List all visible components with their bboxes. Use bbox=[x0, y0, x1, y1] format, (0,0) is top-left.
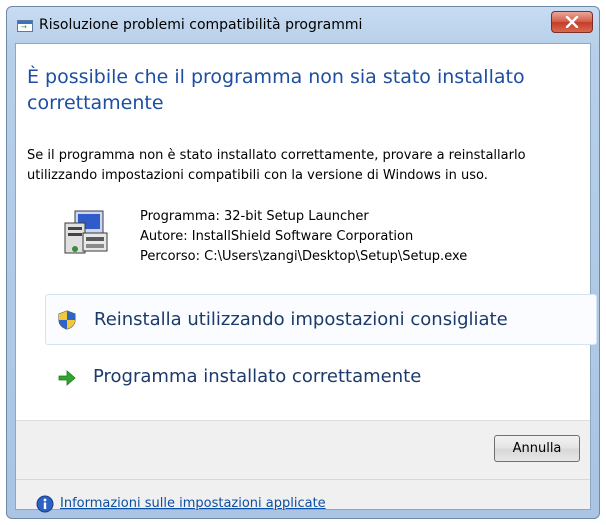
close-button[interactable] bbox=[551, 11, 593, 33]
window-title: Risoluzione problemi compatibilità progr… bbox=[39, 17, 363, 33]
reinstall-option[interactable]: Reinstalla utilizzando impostazioni cons… bbox=[45, 294, 597, 345]
settings-info-link[interactable]: Informazioni sulle impostazioni applicat… bbox=[60, 496, 326, 511]
cancel-button[interactable]: Annulla bbox=[494, 435, 580, 462]
program-info: Programma: 32-bit Setup Launcher Autore:… bbox=[140, 207, 467, 267]
program-author: Autore: InstallShield Software Corporati… bbox=[140, 229, 414, 244]
installed-correctly-option-label: Programma installato correttamente bbox=[93, 366, 422, 387]
page-title: È possibile che il programma non sia sta… bbox=[27, 66, 525, 114]
setup-program-icon bbox=[61, 209, 109, 257]
troubleshooter-icon: → bbox=[17, 20, 33, 32]
reinstall-option-label: Reinstalla utilizzando impostazioni cons… bbox=[94, 309, 508, 330]
green-arrow-icon bbox=[58, 370, 76, 386]
info-icon bbox=[36, 495, 54, 513]
dialog-window: → Risoluzione problemi compatibilità pro… bbox=[6, 6, 600, 519]
footer-divider bbox=[16, 479, 590, 480]
dialog-footer: Annulla Informazioni sulle impostazioni … bbox=[16, 420, 590, 513]
installed-correctly-option[interactable]: Programma installato correttamente bbox=[45, 354, 597, 402]
uac-shield-icon bbox=[58, 310, 76, 330]
program-name: Programma: 32-bit Setup Launcher bbox=[140, 209, 369, 224]
close-icon bbox=[565, 16, 579, 28]
title-bar[interactable]: → Risoluzione problemi compatibilità pro… bbox=[7, 7, 599, 43]
description-text: Se il programma non è stato installato c… bbox=[27, 148, 526, 183]
dialog-content: È possibile che il programma non sia sta… bbox=[15, 43, 597, 513]
program-path: Percorso: C:\Users\zangi\Desktop\Setup\S… bbox=[140, 249, 468, 264]
